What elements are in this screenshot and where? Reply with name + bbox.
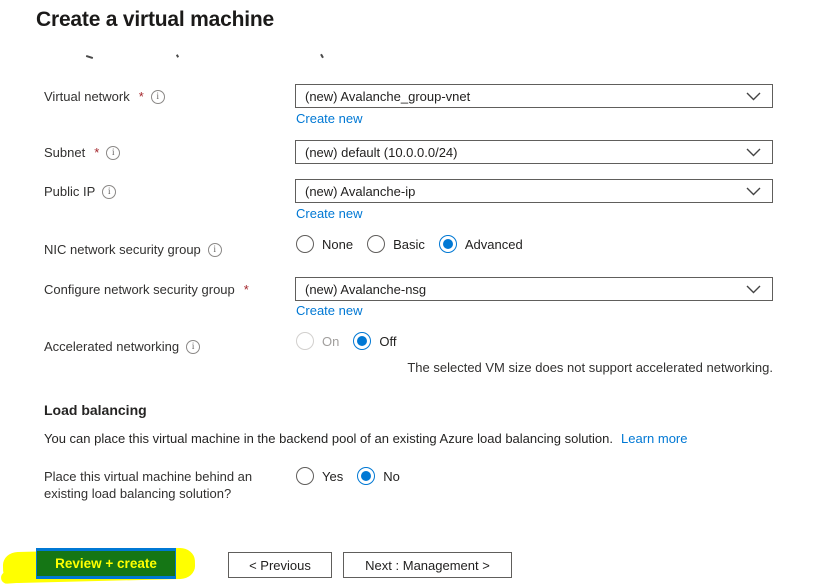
required-asterisk: * [94,145,100,160]
virtual-network-label: Virtual network * i [44,89,165,104]
virtual-network-dropdown[interactable]: (new) Avalanche_group-vnet [295,84,773,108]
public-ip-dropdown[interactable]: (new) Avalanche-ip [295,179,773,203]
load-balancing-description-text: You can place this virtual machine in th… [44,431,614,446]
accelerated-networking-radio-group: On Off [296,332,396,350]
radio-label: No [383,468,400,484]
accelerated-networking-label-text: Accelerated networking [44,339,180,354]
radio-circle-selected [438,235,457,253]
virtual-network-label-text: Virtual network [44,89,130,104]
subnet-label: Subnet * i [44,145,121,160]
nic-nsg-radio-group: None Basic Advanced [296,235,523,253]
info-icon[interactable]: i [150,89,165,104]
chevron-down-icon [746,285,761,294]
configure-nsg-label: Configure network security group * [44,282,249,297]
info-icon[interactable]: i [207,242,222,257]
radio-circle [296,467,314,485]
load-balancing-description: You can place this virtual machine in th… [44,431,688,446]
cropped-text-remnant [175,54,180,58]
public-ip-create-new-link[interactable]: Create new [296,206,362,221]
info-icon[interactable]: i [186,339,201,354]
accelerated-networking-note: The selected VM size does not support ac… [407,360,773,375]
create-vm-page: Create a virtual machine Virtual network… [0,0,828,586]
nic-nsg-radio-advanced[interactable]: Advanced [438,235,523,253]
review-create-button[interactable]: Review + create [37,551,175,576]
radio-circle [367,235,386,253]
info-icon[interactable]: i [102,184,117,199]
chevron-down-icon [746,187,761,196]
radio-circle-disabled [296,332,314,350]
configure-nsg-create-new-link[interactable]: Create new [296,303,362,318]
load-balancing-radio-no[interactable]: No [357,467,400,485]
radio-circle-selected [357,467,376,485]
configure-nsg-label-text: Configure network security group [44,282,235,297]
nic-nsg-radio-none[interactable]: None [296,235,353,253]
configure-nsg-value: (new) Avalanche-nsg [305,281,427,297]
radio-label: Off [379,333,397,349]
radio-label: Basic [393,236,425,252]
nic-nsg-label-text: NIC network security group [44,242,201,257]
radio-label: Advanced [464,236,523,252]
required-asterisk: * [138,89,144,104]
info-icon[interactable]: i [106,145,121,160]
learn-more-link[interactable]: Learn more [621,431,687,446]
radio-label: On [322,333,340,349]
accelerated-networking-radio-off[interactable]: Off [353,332,396,350]
radio-circle-selected [353,332,372,350]
nic-nsg-radio-basic[interactable]: Basic [367,235,425,253]
virtual-network-create-new-link[interactable]: Create new [296,111,362,126]
required-asterisk: * [243,282,249,297]
public-ip-label: Public IP i [44,184,117,199]
chevron-down-icon [746,92,761,101]
load-balancing-heading: Load balancing [44,402,147,418]
cropped-text-remnant [320,53,324,59]
configure-nsg-dropdown[interactable]: (new) Avalanche-nsg [295,277,773,301]
radio-label: Yes [322,468,344,484]
subnet-value: (new) default (10.0.0.0/24) [305,144,458,160]
cropped-text-remnant [85,54,94,60]
radio-label: None [322,236,354,252]
page-title: Create a virtual machine [36,8,274,31]
load-balancing-radio-group: Yes No [296,467,400,485]
subnet-dropdown[interactable]: (new) default (10.0.0.0/24) [295,140,773,164]
radio-circle [296,235,314,253]
virtual-network-value: (new) Avalanche_group-vnet [305,88,471,104]
public-ip-label-text: Public IP [44,184,96,199]
accelerated-networking-label: Accelerated networking i [44,339,201,354]
previous-button[interactable]: < Previous [228,552,332,578]
chevron-down-icon [746,148,761,157]
next-management-button[interactable]: Next : Management > [343,552,512,578]
load-balancing-question: Place this virtual machine behind an exi… [44,469,253,501]
public-ip-value: (new) Avalanche-ip [305,183,416,199]
subnet-label-text: Subnet [44,145,86,160]
accelerated-networking-radio-on: On [296,332,339,350]
nic-nsg-label: NIC network security group i [44,242,222,257]
load-balancing-radio-yes[interactable]: Yes [296,467,343,485]
